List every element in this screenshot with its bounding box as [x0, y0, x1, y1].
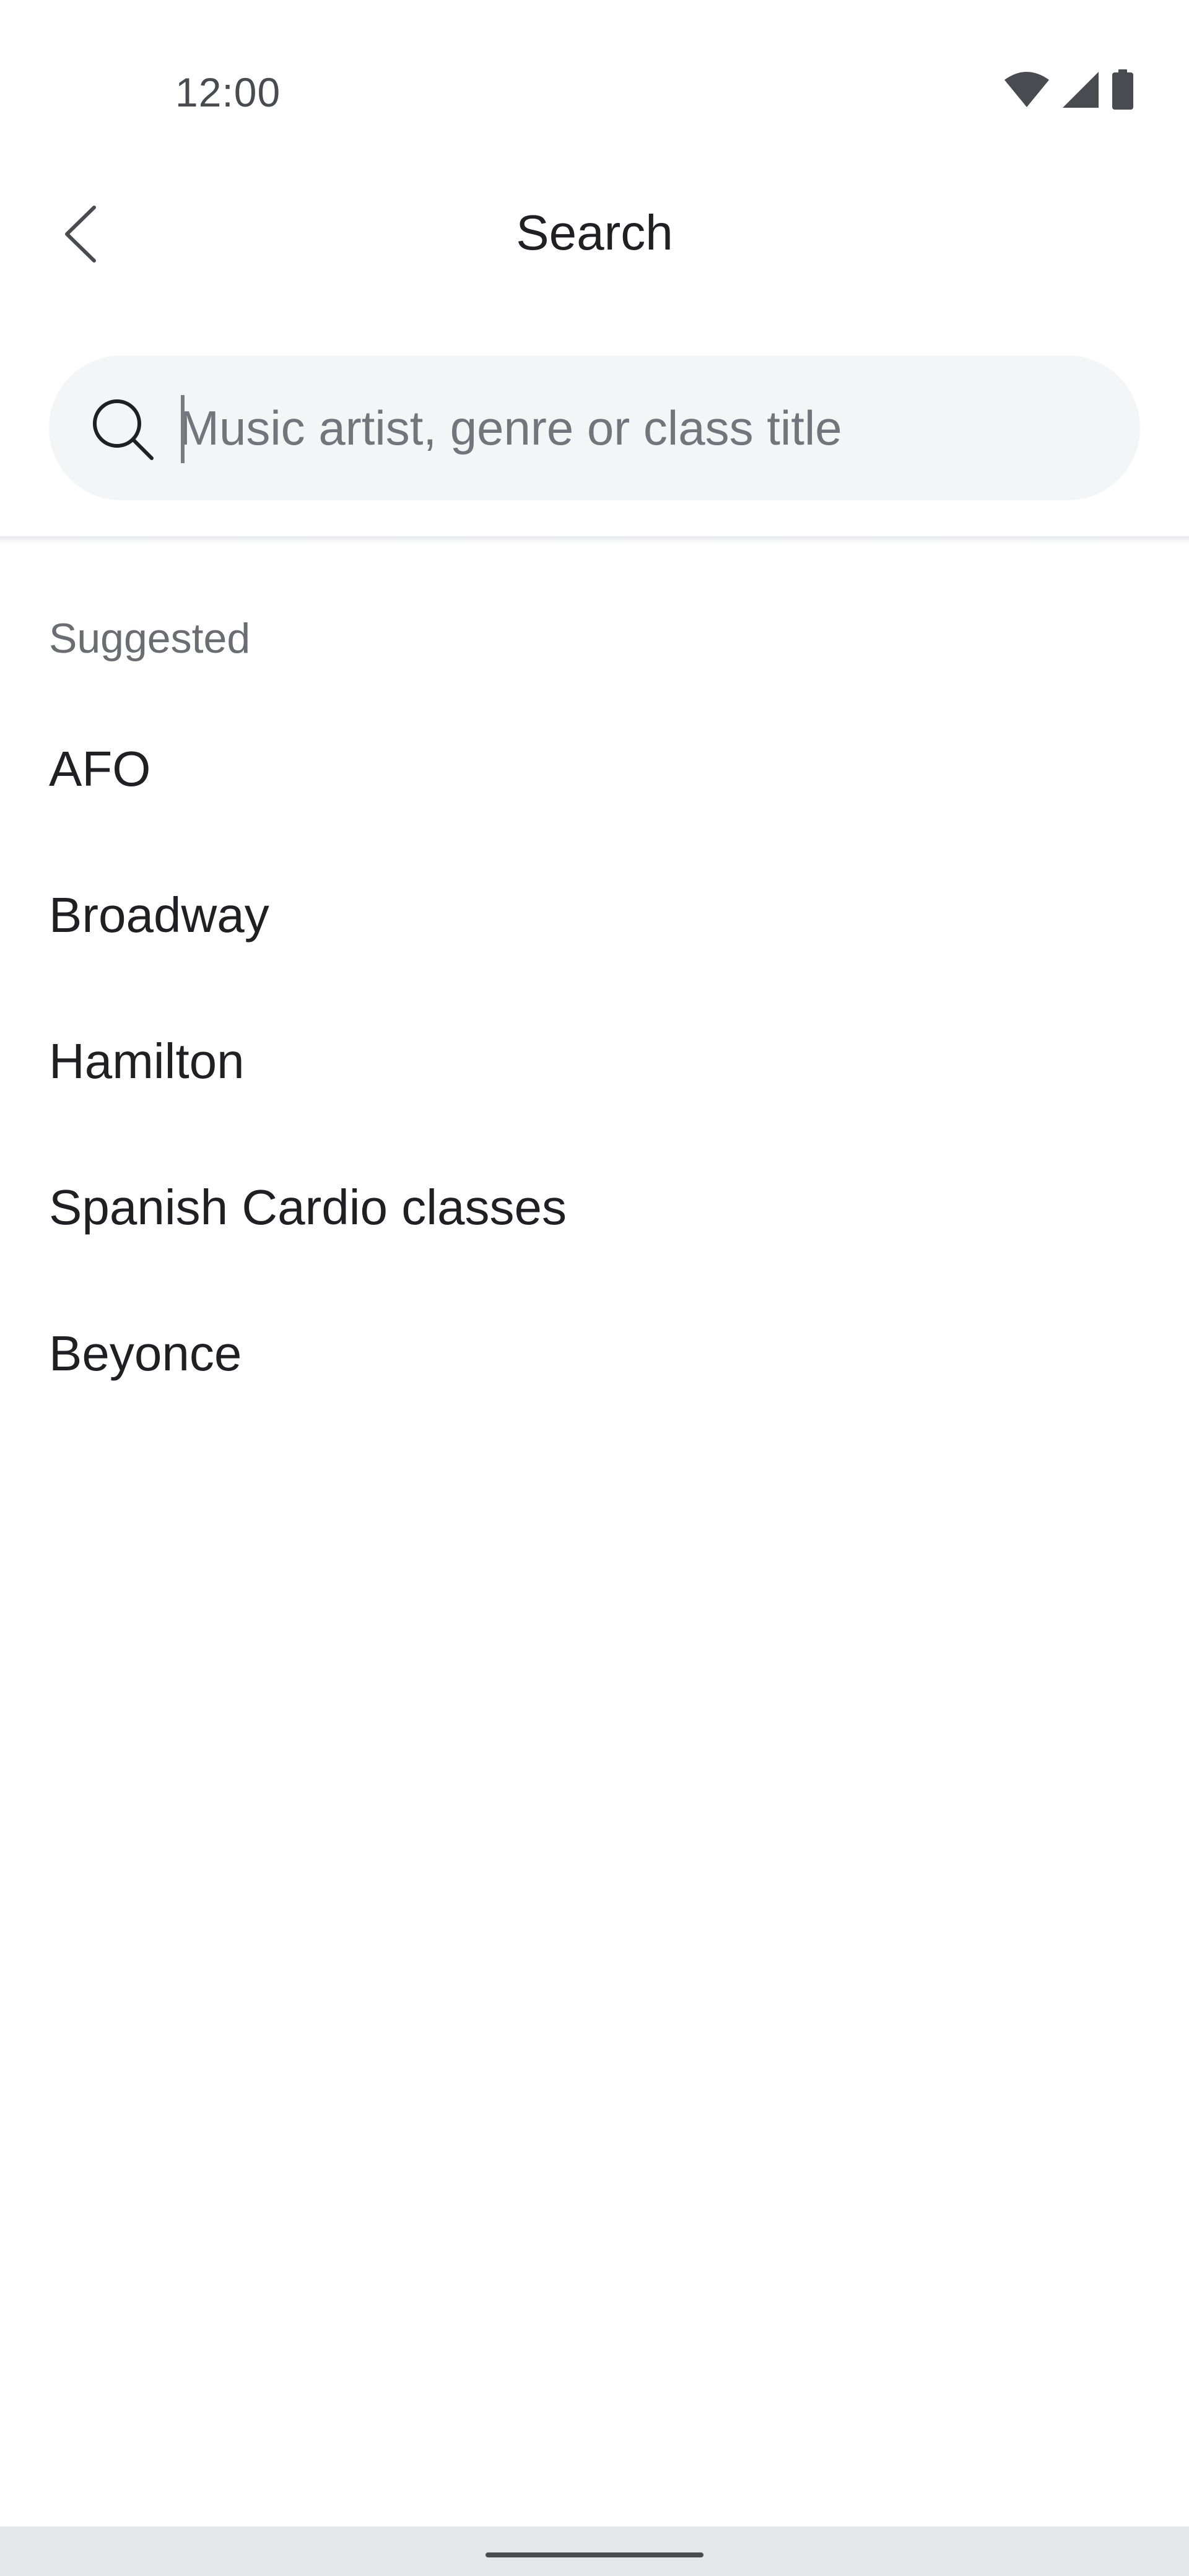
home-indicator[interactable] — [486, 2552, 703, 2557]
header-divider — [0, 536, 1189, 545]
wifi-icon — [1003, 71, 1050, 108]
suggestion-item[interactable]: Spanish Cardio classes — [0, 1133, 1189, 1279]
search-input[interactable] — [179, 388, 1095, 468]
battery-icon — [1111, 69, 1135, 110]
status-icons — [1003, 69, 1135, 110]
suggestion-list: AFO Broadway Hamilton Spanish Cardio cla… — [0, 695, 1189, 1425]
search-bar[interactable] — [49, 355, 1140, 500]
system-navigation-bar — [0, 2526, 1189, 2576]
suggestion-item[interactable]: AFO — [0, 695, 1189, 841]
top-app-bar: Search — [0, 173, 1189, 297]
status-bar: 12:00 — [0, 0, 1189, 149]
cellular-signal-icon — [1061, 71, 1100, 109]
search-screen: 12:00 Search Music artist, genre or clas… — [0, 0, 1189, 2576]
text-cursor — [181, 395, 185, 463]
suggestion-item[interactable]: Broadway — [0, 841, 1189, 987]
suggestion-item[interactable]: Hamilton — [0, 987, 1189, 1133]
suggested-heading: Suggested — [49, 615, 251, 662]
status-time: 12:00 — [175, 69, 281, 115]
suggestion-item[interactable]: Beyonce — [0, 1279, 1189, 1425]
search-icon — [90, 396, 157, 463]
page-title: Search — [516, 205, 673, 260]
